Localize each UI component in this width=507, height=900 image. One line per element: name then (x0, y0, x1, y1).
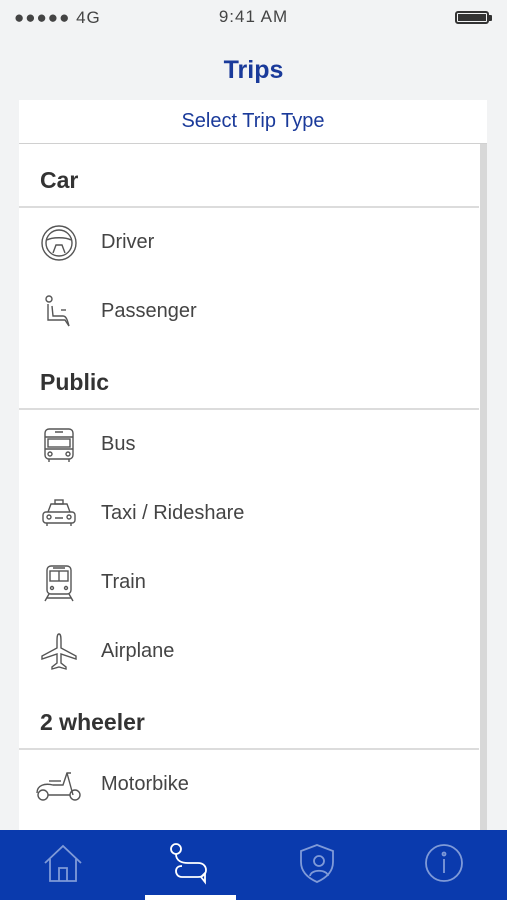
steering-wheel-icon (19, 223, 99, 263)
shield-user-icon (296, 842, 338, 889)
battery-icon (455, 11, 492, 24)
section-header-public: Public (19, 346, 479, 410)
list-item-bus[interactable]: Bus (19, 410, 479, 479)
list-item-airplane[interactable]: Airplane (19, 617, 479, 686)
panel-subtitle: Select Trip Type (19, 100, 487, 144)
list-item-label: Taxi / Rideshare (101, 502, 245, 524)
info-icon (423, 842, 465, 889)
trip-type-panel: Select Trip Type Car Driver Passenger Pu… (19, 100, 487, 830)
list-item-taxi-rideshare[interactable]: Taxi / Rideshare (19, 479, 479, 548)
list-item-driver[interactable]: Driver (19, 208, 479, 277)
scooter-icon (19, 765, 99, 805)
list-item-label: Airplane (101, 640, 175, 662)
section-header-2-wheeler: 2 wheeler (19, 686, 479, 750)
train-icon (19, 563, 99, 603)
tab-protection[interactable] (254, 830, 381, 900)
taxi-icon (19, 494, 99, 534)
route-icon (168, 841, 212, 890)
tab-trips[interactable] (127, 830, 254, 900)
list-item-train[interactable]: Train (19, 548, 479, 617)
list-item-motorbike[interactable]: Motorbike (19, 750, 479, 819)
list-item-label: Motorbike (101, 773, 189, 795)
list-item-label: Train (101, 571, 146, 593)
section-header-car: Car (19, 144, 479, 208)
page-title: Trips (223, 56, 284, 84)
list-item-label: Passenger (101, 300, 197, 322)
trip-type-list: Car Driver Passenger Public Bus Taxi / R… (19, 144, 487, 819)
home-icon (42, 842, 84, 889)
tab-home[interactable] (0, 830, 127, 900)
clock: 9:41 AM (218, 7, 289, 26)
list-item-passenger[interactable]: Passenger (19, 277, 479, 346)
list-item-label: Driver (101, 231, 155, 253)
tab-info[interactable] (380, 830, 507, 900)
status-bar: ●●●●● 4G 9:41 AM (0, 0, 507, 34)
active-tab-indicator (144, 895, 236, 900)
bus-icon (19, 425, 99, 465)
tab-bar (0, 830, 507, 900)
list-item-label: Bus (101, 433, 136, 455)
car-seat-icon (19, 292, 99, 332)
airplane-icon (19, 632, 99, 672)
